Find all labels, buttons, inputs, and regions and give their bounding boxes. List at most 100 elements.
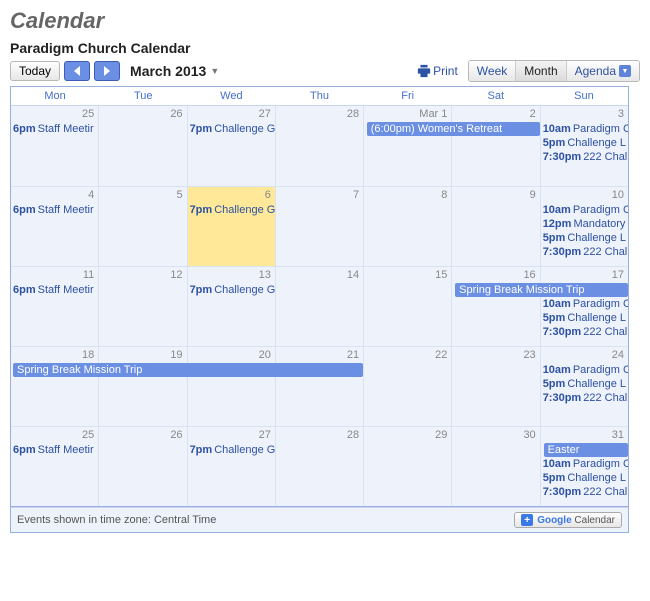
day-cell[interactable]: 2 [451, 106, 539, 186]
day-number[interactable]: 23 [523, 349, 535, 361]
multi-day-event[interactable]: Easter [544, 443, 628, 457]
day-number[interactable]: 25 [82, 429, 94, 441]
day-cell[interactable]: 13 7pmChallenge G [187, 267, 275, 346]
event[interactable]: 7:30pm222 Chall [541, 150, 628, 164]
day-cell[interactable]: 3 10amParadigm C5pmChallenge L7:30pm222 C… [540, 106, 628, 186]
day-number[interactable]: 11 [83, 269, 94, 281]
day-cell[interactable]: 22 [363, 347, 451, 426]
event[interactable]: 7pmChallenge G [188, 203, 275, 217]
event[interactable]: 10amParadigm C [541, 203, 628, 217]
day-cell[interactable]: 21 [275, 347, 363, 426]
day-number[interactable]: Mar 1 [419, 108, 447, 120]
day-cell[interactable]: 8 [363, 187, 451, 266]
day-number[interactable]: 28 [347, 108, 359, 120]
multi-day-event[interactable]: (6:00pm) Women's Retreat [367, 122, 540, 136]
day-number[interactable]: 5 [176, 189, 182, 201]
next-month-button[interactable] [94, 61, 120, 81]
day-number[interactable]: 20 [259, 349, 271, 361]
month-picker[interactable]: March 2013 ▼ [130, 63, 219, 79]
day-number[interactable]: 8 [441, 189, 447, 201]
event[interactable]: 5pmChallenge L [541, 136, 628, 150]
event[interactable]: 6pmStaff Meetir [11, 283, 98, 297]
day-cell[interactable]: 29 [363, 427, 451, 506]
event[interactable]: 10amParadigm C [541, 122, 628, 136]
event[interactable]: 7:30pm222 Chall [541, 391, 628, 405]
day-number[interactable]: 13 [259, 269, 271, 281]
day-cell[interactable]: 4 6pmStaff Meetir [11, 187, 98, 266]
day-cell[interactable]: 24 10amParadigm C5pmChallenge L7:30pm222 … [540, 347, 628, 426]
event[interactable]: 7pmChallenge G [188, 283, 275, 297]
event[interactable]: 5pmChallenge L [541, 311, 628, 325]
print-button[interactable]: Print [417, 64, 458, 78]
day-number[interactable]: 26 [170, 108, 182, 120]
day-cell[interactable]: 5 [98, 187, 186, 266]
day-cell[interactable]: Mar 1 [363, 106, 451, 186]
day-number[interactable]: 18 [82, 349, 94, 361]
day-number[interactable]: 22 [435, 349, 447, 361]
day-number[interactable]: 12 [170, 269, 182, 281]
day-number[interactable]: 19 [170, 349, 182, 361]
day-cell[interactable]: 10 10amParadigm C12pmMandatory5pmChalleng… [540, 187, 628, 266]
day-number[interactable]: 4 [88, 189, 94, 201]
day-number[interactable]: 14 [347, 269, 359, 281]
event[interactable]: 7pmChallenge G [188, 443, 275, 457]
event[interactable]: 10amParadigm C [541, 297, 628, 311]
day-cell[interactable]: 15 [363, 267, 451, 346]
day-number[interactable]: 28 [347, 429, 359, 441]
event[interactable]: 10amParadigm C [541, 457, 628, 471]
day-number[interactable]: 31 [612, 429, 624, 441]
prev-month-button[interactable] [64, 61, 90, 81]
day-cell[interactable]: 16 [451, 267, 539, 346]
day-number[interactable]: 30 [523, 429, 535, 441]
day-cell[interactable]: 23 [451, 347, 539, 426]
day-number[interactable]: 25 [82, 108, 94, 120]
add-google-calendar-button[interactable]: + Google Calendar [514, 512, 622, 528]
tab-agenda[interactable]: Agenda ▼ [566, 61, 639, 81]
day-number[interactable]: 27 [259, 108, 271, 120]
day-cell[interactable]: 7 [275, 187, 363, 266]
day-cell[interactable]: 19 [98, 347, 186, 426]
day-cell[interactable]: 25 6pmStaff Meetir [11, 427, 98, 506]
day-number[interactable]: 3 [618, 108, 624, 120]
multi-day-event[interactable]: Spring Break Mission Trip [455, 283, 628, 297]
day-number[interactable]: 7 [353, 189, 359, 201]
day-cell[interactable]: 1710amParadigm C5pmChallenge L7:30pm222 … [540, 267, 628, 346]
day-cell[interactable]: 26 [98, 427, 186, 506]
today-button[interactable]: Today [10, 61, 60, 81]
event[interactable]: 6pmStaff Meetir [11, 122, 98, 136]
day-cell[interactable]: 67pmChallenge G [187, 187, 275, 266]
day-cell[interactable]: 31 10amParadigm C5pmChallenge L7:30pm222 … [540, 427, 628, 506]
day-cell[interactable]: 25 6pmStaff Meetir [11, 106, 98, 186]
event[interactable]: 5pmChallenge L [541, 377, 628, 391]
day-cell[interactable]: 26 [98, 106, 186, 186]
day-cell[interactable]: 27 7pmChallenge G [187, 427, 275, 506]
day-cell[interactable]: 277pmChallenge G [187, 106, 275, 186]
day-number[interactable]: 29 [435, 429, 447, 441]
event[interactable]: 10amParadigm C [541, 363, 628, 377]
day-cell[interactable]: 20 [187, 347, 275, 426]
agenda-dropdown-icon[interactable]: ▼ [619, 65, 631, 77]
day-cell[interactable]: 30 [451, 427, 539, 506]
event[interactable]: 12pmMandatory [541, 217, 628, 231]
day-number[interactable]: 16 [523, 269, 535, 281]
day-cell[interactable]: 12 [98, 267, 186, 346]
day-cell[interactable]: 9 [451, 187, 539, 266]
day-cell[interactable]: 28 [275, 427, 363, 506]
multi-day-event[interactable]: Spring Break Mission Trip [13, 363, 363, 377]
tab-week[interactable]: Week [469, 61, 515, 81]
day-number[interactable]: 9 [530, 189, 536, 201]
day-cell[interactable]: 18 [11, 347, 98, 426]
event[interactable]: 7:30pm222 Chall [541, 325, 628, 339]
tab-month[interactable]: Month [515, 61, 565, 81]
event[interactable]: 5pmChallenge L [541, 471, 628, 485]
day-number[interactable]: 27 [259, 429, 271, 441]
event[interactable]: 5pmChallenge L [541, 231, 628, 245]
event[interactable]: 7:30pm222 Chall [541, 485, 628, 499]
event[interactable]: 6pmStaff Meetir [11, 203, 98, 217]
day-cell[interactable]: 11 6pmStaff Meetir [11, 267, 98, 346]
day-number[interactable]: 21 [347, 349, 359, 361]
day-number[interactable]: 10 [612, 189, 624, 201]
event[interactable]: 6pmStaff Meetir [11, 443, 98, 457]
day-number[interactable]: 2 [530, 108, 536, 120]
day-number[interactable]: 24 [612, 349, 624, 361]
